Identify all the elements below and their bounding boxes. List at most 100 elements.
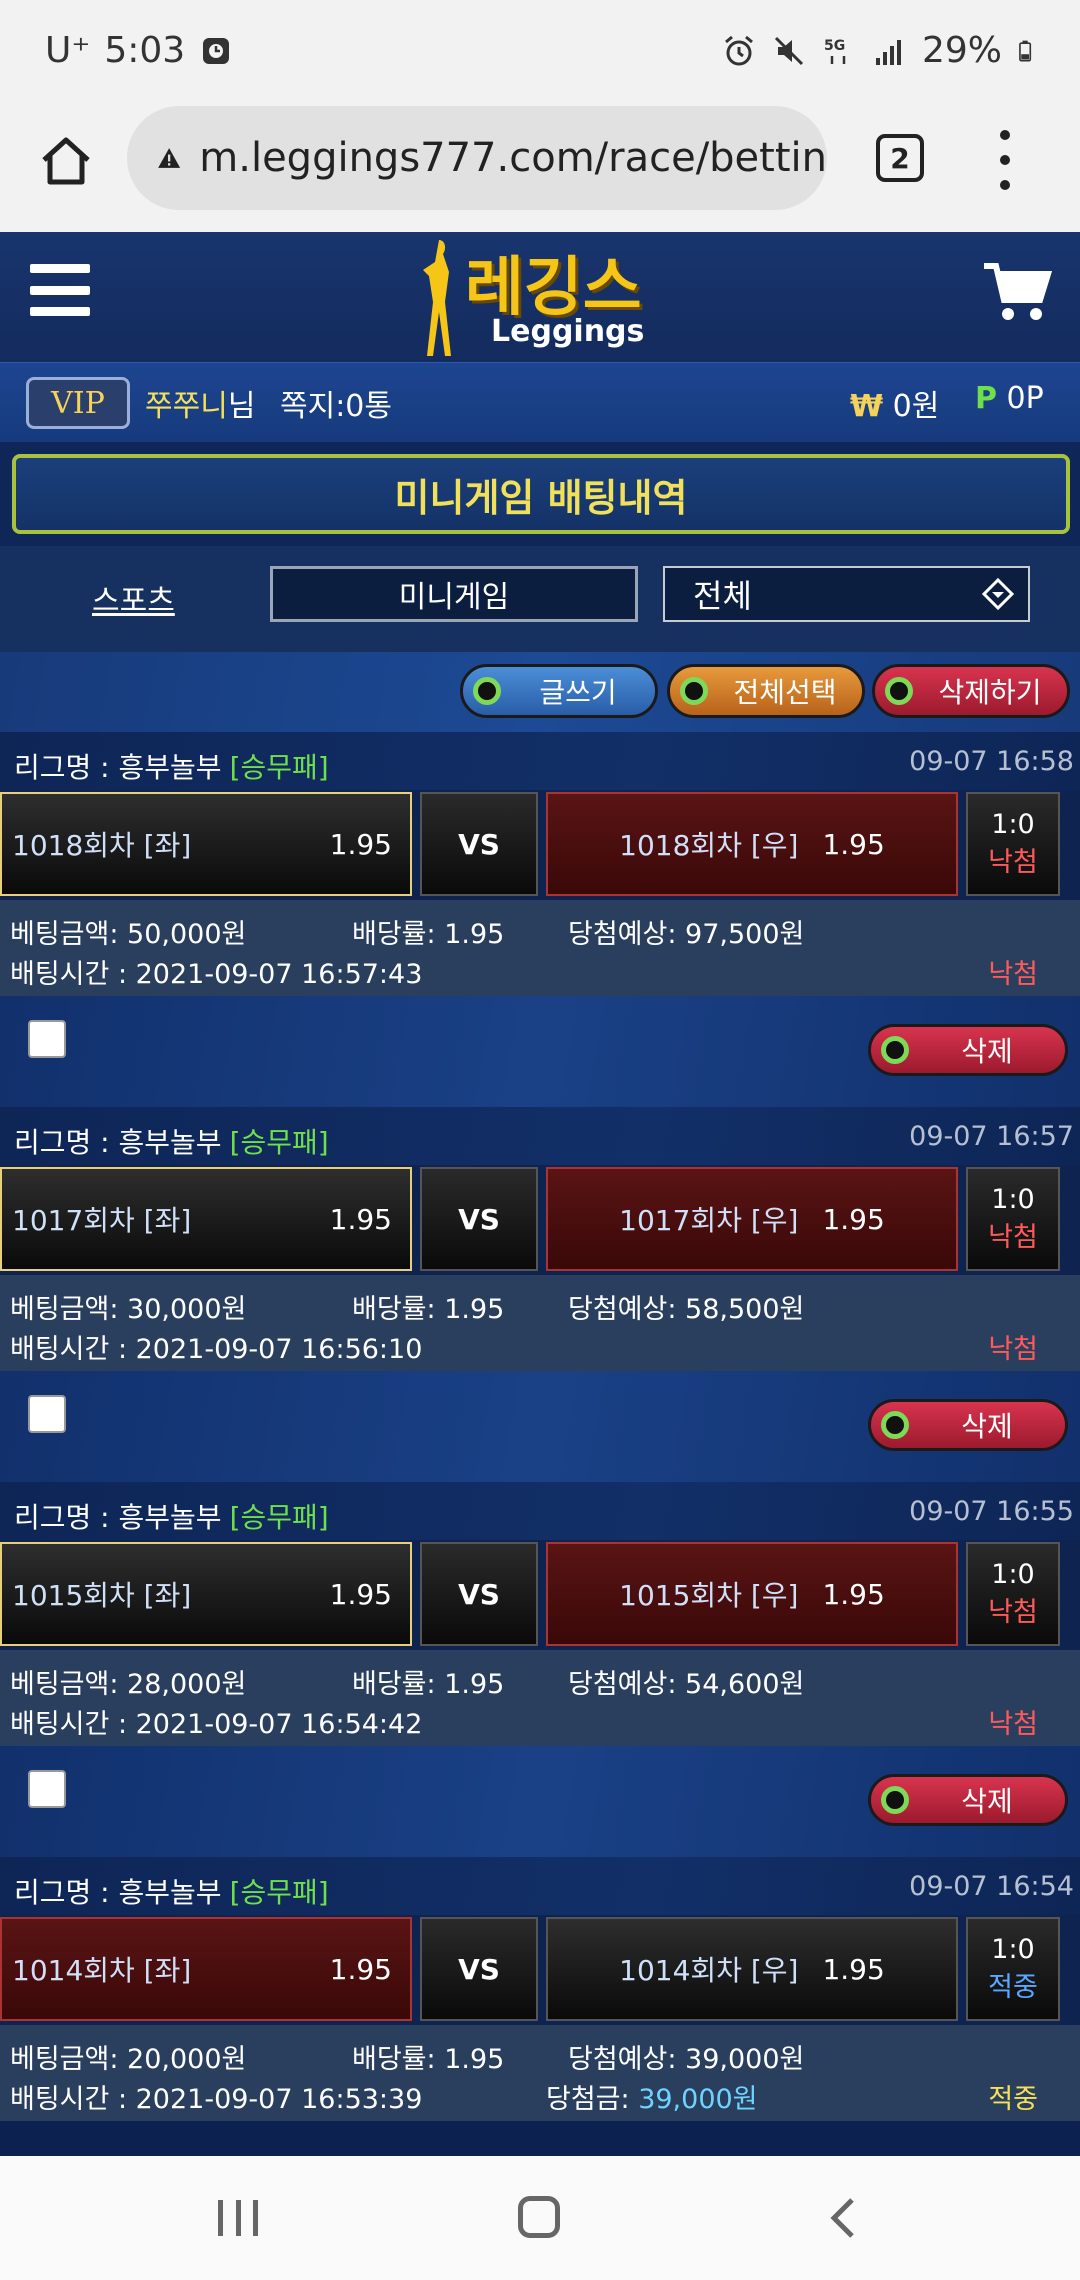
page-title-box: 미니게임 배팅내역 <box>12 454 1070 534</box>
address-bar[interactable]: m.leggings777.com/race/bettin <box>127 106 827 210</box>
right-team-pick: 1018회차 [우] 1.95 <box>546 792 958 896</box>
left-team-name: 1014회차 [좌] <box>12 1954 192 1987</box>
tab-minigame[interactable]: 미니게임 <box>270 566 638 622</box>
recent-apps-icon[interactable] <box>218 2200 258 2236</box>
status-time: 5:03 <box>104 30 186 71</box>
right-team-odds: 1.95 <box>822 1952 885 1986</box>
league-name: 리그명 : 흥부놀부 [승무패] <box>14 746 329 786</box>
bet-rate: 배당률: 1.95 <box>352 1669 505 1700</box>
vs-label: VS <box>420 1167 538 1271</box>
bet-amount: 베팅금액: 20,000원 <box>10 2044 247 2075</box>
bet-amount: 베팅금액: 30,000원 <box>10 1294 247 1325</box>
bet-expected-win: 당첨예상: 54,600원 <box>568 1669 805 1700</box>
write-dot-icon <box>473 677 501 705</box>
won-icon: ₩ <box>850 389 884 424</box>
warning-icon[interactable] <box>157 139 181 177</box>
bet-expected-win: 당첨예상: 97,500원 <box>568 919 805 950</box>
delete-all-button[interactable]: 삭제하기 <box>872 664 1070 718</box>
bet-list: 리그명 : 흥부놀부 [승무패] 09-07 16:58 1018회차 [좌] 1.… <box>0 732 1080 2232</box>
hamburger-menu-icon[interactable] <box>30 264 90 316</box>
bet-match-row: 1017회차 [좌] 1.95 VS 1017회차 [우] 1.95 1:0 낙첨 <box>0 1165 1080 1275</box>
delete-button[interactable]: 삭제 <box>868 1774 1068 1826</box>
nickname-suffix: 님 <box>227 389 256 424</box>
league-name: 리그명 : 흥부놀부 [승무패] <box>14 1871 329 1911</box>
bet-time: 배팅시간 : 2021-09-07 16:53:39 <box>10 2084 423 2115</box>
bet-rate: 배당률: 1.95 <box>352 919 505 950</box>
tab-switcher-button[interactable]: 2 <box>876 134 924 182</box>
league-type: [승무패] <box>229 1501 329 1534</box>
bet-win-amount: 당첨금: 39,000원 <box>546 2077 758 2116</box>
signal-icon <box>875 39 901 65</box>
right-team-pick: 1014회차 [우] 1.95 <box>546 1917 958 2021</box>
league-name: 리그명 : 흥부놀부 [승무패] <box>14 1496 329 1536</box>
action-bar: 글쓰기 전체선택 삭제하기 <box>0 652 1080 732</box>
home-nav-icon[interactable] <box>518 2196 560 2238</box>
delete-dot-icon <box>881 1411 909 1439</box>
right-team-name: 1018회차 [우] <box>619 829 799 862</box>
bet-header: 리그명 : 흥부놀부 [승무패] 09-07 16:58 <box>0 732 1080 790</box>
select-all-button[interactable]: 전체선택 <box>667 664 865 718</box>
game-filter-select[interactable]: 전체 <box>663 566 1030 622</box>
url-text: m.leggings777.com/race/bettin <box>199 135 827 181</box>
league-label: 리그명 : 흥부놀부 <box>14 1501 222 1534</box>
dropdown-diamond-icon <box>982 578 1014 610</box>
score-value: 1:0 <box>991 1184 1035 1215</box>
money-balance: ₩ 0원 <box>850 381 939 425</box>
bet-checkbox[interactable] <box>28 1770 66 1808</box>
delete-button[interactable]: 삭제 <box>868 1024 1068 1076</box>
bet-time: 배팅시간 : 2021-09-07 16:54:42 <box>10 1709 423 1740</box>
win-amount-label: 당첨금: <box>546 2084 639 2115</box>
game-filter-value: 전체 <box>693 577 752 615</box>
bet-checkbox[interactable] <box>28 1020 66 1058</box>
left-team-pick: 1015회차 [좌] 1.95 <box>0 1542 412 1646</box>
league-type: [승무패] <box>229 751 329 784</box>
score-value: 1:0 <box>991 809 1035 840</box>
bet-status: 낙첨 <box>988 959 1038 990</box>
status-bar: U⁺ 5:03 5G 29% <box>0 0 1080 100</box>
delete-all-dot-icon <box>885 677 913 705</box>
cart-icon[interactable] <box>982 260 1052 324</box>
browser-toolbar: m.leggings777.com/race/bettin 2 <box>0 100 1080 232</box>
league-label: 리그명 : 흥부놀부 <box>14 1126 222 1159</box>
user-nickname: 쭈쭈니님 <box>145 381 255 425</box>
delete-all-label: 삭제하기 <box>938 676 1042 709</box>
alarm-icon <box>725 35 753 65</box>
match-result: 낙첨 <box>988 1222 1038 1253</box>
message-count[interactable]: 쪽지:0통 <box>280 381 392 425</box>
tab-sports[interactable]: 스포츠 <box>92 576 175 620</box>
bet-time: 배팅시간 : 2021-09-07 16:57:43 <box>10 959 423 990</box>
right-team-name: 1015회차 [우] <box>619 1579 799 1612</box>
title-area: 미니게임 배팅내역 <box>0 442 1080 546</box>
left-team-odds: 1.95 <box>329 1202 392 1236</box>
bet-expected-win: 당첨예상: 58,500원 <box>568 1294 805 1325</box>
bet-rate: 배당률: 1.95 <box>352 2044 505 2075</box>
bet-date: 09-07 16:58 <box>909 746 1074 777</box>
bet-info: 베팅금액: 30,000원 배당률: 1.95 당첨예상: 58,500원 배팅… <box>0 1275 1080 1371</box>
site-logo[interactable]: 레깅스 Leggings <box>415 232 675 362</box>
back-icon[interactable] <box>828 2196 858 2240</box>
money-value: 0원 <box>892 389 940 424</box>
right-team-odds: 1.95 <box>822 1202 885 1236</box>
bet-record: 리그명 : 흥부놀부 [승무패] 09-07 16:57 1017회차 [좌] 1.… <box>0 1107 1080 1482</box>
match-result: 낙첨 <box>988 1597 1038 1628</box>
more-menu-icon[interactable] <box>995 130 1015 190</box>
vs-label: VS <box>420 1917 538 2021</box>
score-box: 1:0 낙첨 <box>966 1167 1060 1271</box>
mute-icon <box>774 36 804 65</box>
battery-percent: 29% <box>921 30 1002 71</box>
bet-controls: 삭제 <box>0 996 1080 1107</box>
league-type: [승무패] <box>229 1876 329 1909</box>
write-button[interactable]: 글쓰기 <box>460 664 658 718</box>
score-value: 1:0 <box>991 1559 1035 1590</box>
bet-date: 09-07 16:57 <box>909 1121 1074 1152</box>
league-label: 리그명 : 흥부놀부 <box>14 1876 222 1909</box>
bet-checkbox[interactable] <box>28 1395 66 1433</box>
home-icon[interactable] <box>38 132 94 188</box>
left-team-name: 1017회차 [좌] <box>12 1204 192 1237</box>
bet-record: 리그명 : 흥부놀부 [승무패] 09-07 16:58 1018회차 [좌] 1.… <box>0 732 1080 1107</box>
left-team-pick: 1014회차 [좌] 1.95 <box>0 1917 412 2021</box>
delete-button[interactable]: 삭제 <box>868 1399 1068 1451</box>
bet-status: 낙첨 <box>988 1334 1038 1365</box>
point-balance: P 0P <box>975 381 1044 416</box>
bet-time: 배팅시간 : 2021-09-07 16:56:10 <box>10 1334 423 1365</box>
